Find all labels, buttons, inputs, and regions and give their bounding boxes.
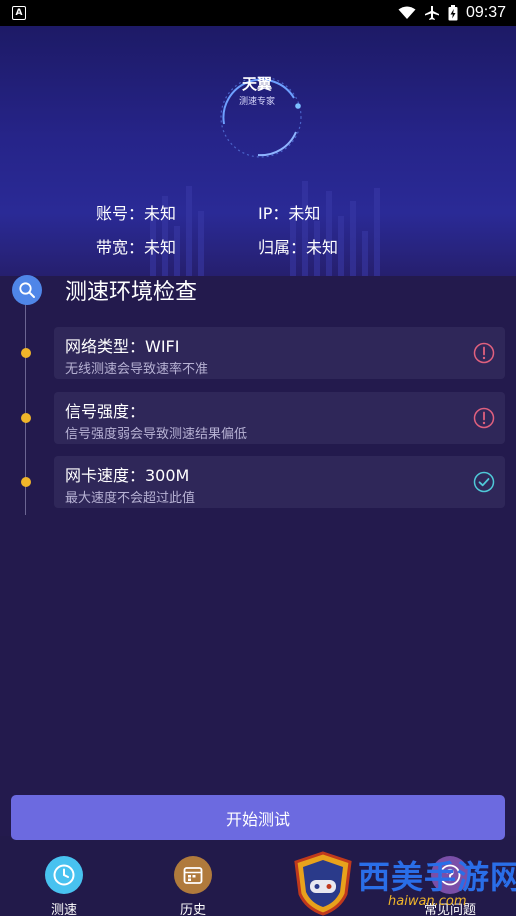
warning-icon [473,407,495,429]
check-item-subtitle: 最大速度不会超过此值 [65,491,196,506]
check-item-signal-strength: 信号强度： 信号强度弱会导致测速结果偏低 [54,392,505,444]
dial-subtitle: 测速专家 [238,97,275,107]
region-info: 归属：未知 [258,238,339,257]
start-test-button[interactable]: 开始测试 [11,795,505,840]
check-item-network-type: 网络类型：WIFI 无线测速会导致速率不准 [54,327,505,379]
nav-item-speedtest[interactable]: 测速 [24,856,104,916]
search-icon [12,275,42,305]
airplane-icon [424,6,439,20]
timeline-dot [21,348,31,358]
clock-icon [45,856,83,894]
status-bar: A 09:37 [0,0,516,26]
watermark-text: 西美手游网 [358,858,516,896]
timeline-dot [21,477,31,487]
check-item-title: 网络类型：WIFI [65,337,180,356]
nav-label: 历史 [179,903,206,916]
nav-item-history[interactable]: 历史 [153,856,233,916]
wifi-icon [398,6,416,19]
nav-label: 测速 [50,903,77,916]
notification-a-icon: A [12,6,26,20]
shield-logo-icon [294,851,352,916]
status-time: 09:37 [465,4,506,21]
bandwidth-info: 带宽：未知 [96,238,177,257]
watermark: 西美手游网 haiwan.com [288,848,516,916]
check-item-title: 信号强度： [65,402,146,421]
calendar-icon [174,856,212,894]
check-circle-icon [473,471,495,493]
watermark-subtext: haiwan.com [388,894,467,909]
dial-title: 天翼 [241,75,272,93]
check-item-subtitle: 无线测速会导致速率不准 [65,362,209,377]
battery-charging-icon [448,5,458,21]
check-item-subtitle: 信号强度弱会导致测速结果偏低 [65,427,248,442]
account-info: 账号：未知 [96,204,177,223]
check-item-title: 网卡速度：300M [65,466,190,485]
warning-icon [473,342,495,364]
ip-info: IP：未知 [258,204,321,223]
timeline-dot [21,413,31,423]
check-item-nic-speed: 网卡速度：300M 最大速度不会超过此值 [54,456,505,508]
section-title: 测速环境检查 [65,280,198,305]
decorative-bars [150,181,380,276]
